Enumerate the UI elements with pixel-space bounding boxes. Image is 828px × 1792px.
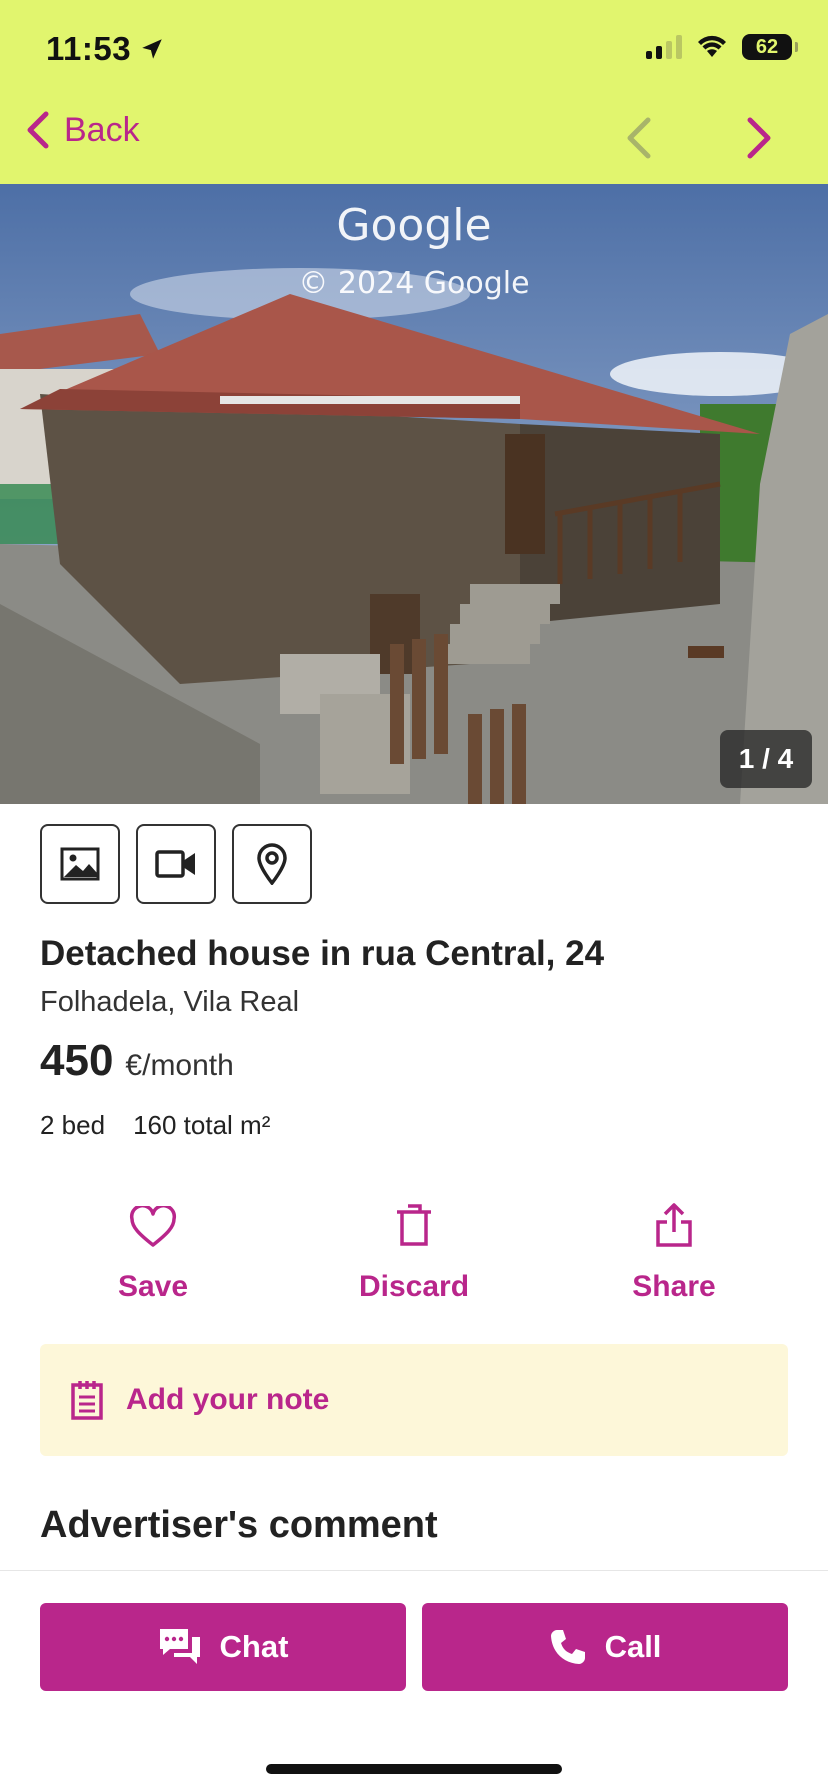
status-time-text: 11:53 — [46, 30, 132, 67]
trash-icon — [397, 1204, 431, 1246]
add-note-label: Add your note — [126, 1383, 330, 1416]
watermark-brand: Google — [336, 200, 492, 251]
photos-button[interactable] — [40, 824, 120, 904]
battery-level: 62 — [755, 35, 779, 58]
listing-title: Detached house in rua Central, 24 — [40, 934, 605, 973]
share-button[interactable]: Share — [574, 1196, 774, 1304]
status-indicators: 62 — [646, 34, 798, 60]
chevron-left-icon — [27, 111, 49, 149]
chat-icon — [159, 1629, 200, 1664]
phone-icon — [550, 1630, 585, 1664]
bedrooms: 2 bed — [40, 1110, 106, 1140]
chevron-right-icon — [747, 117, 771, 159]
home-indicator — [266, 1764, 562, 1774]
discard-button[interactable]: Discard — [314, 1196, 514, 1304]
add-note-button[interactable]: Add your note — [40, 1344, 788, 1456]
listing-location: Folhadela, Vila Real — [40, 986, 300, 1018]
chevron-left-icon — [627, 117, 651, 159]
chat-label: Chat — [219, 1629, 289, 1664]
save-label: Save — [117, 1270, 189, 1303]
save-button[interactable]: Save — [53, 1196, 253, 1304]
listing-actions: Save Discard Share — [0, 1196, 828, 1316]
status-time: 11:53 — [46, 30, 165, 68]
map-pin-icon — [257, 843, 287, 885]
back-button[interactable]: Back — [24, 110, 140, 150]
bottom-action-bar: Chat Call — [0, 1570, 828, 1792]
listing-photo[interactable]: Google © 2024 Google 1 / 4 — [0, 184, 828, 804]
wifi-icon — [698, 35, 726, 57]
call-label: Call — [604, 1629, 662, 1664]
price-row: 450 €/month — [40, 1036, 234, 1086]
navigation-bar: Back — [0, 110, 828, 170]
listing-price: 450 — [40, 1036, 114, 1085]
top-header: 11:53 62 Back — [0, 0, 828, 184]
advertiser-comment-heading: Advertiser's comment — [40, 1504, 438, 1546]
media-buttons — [40, 824, 312, 904]
share-icon — [656, 1203, 692, 1247]
discard-label: Discard — [358, 1270, 470, 1303]
photo-counter: 1 / 4 — [720, 730, 812, 788]
share-label: Share — [632, 1270, 716, 1303]
watermark-copyright: © 2024 Google — [298, 266, 530, 301]
total-area: 160 total m² — [133, 1110, 271, 1140]
notepad-icon — [71, 1381, 103, 1420]
back-label: Back — [64, 110, 140, 149]
call-button[interactable]: Call — [422, 1603, 788, 1691]
chat-button[interactable]: Chat — [40, 1603, 406, 1691]
battery-icon: 62 — [742, 34, 798, 60]
next-listing-button[interactable] — [736, 114, 784, 162]
listing-features: 2 bed 160 total m² — [40, 1110, 270, 1141]
price-unit: €/month — [125, 1049, 234, 1082]
video-icon — [155, 850, 195, 878]
previous-listing-button[interactable] — [614, 114, 662, 162]
image-icon — [60, 847, 100, 881]
video-button[interactable] — [136, 824, 216, 904]
map-button[interactable] — [232, 824, 312, 904]
location-arrow-icon — [142, 39, 162, 59]
cell-signal-icon — [646, 35, 682, 59]
heart-icon — [129, 1206, 177, 1247]
